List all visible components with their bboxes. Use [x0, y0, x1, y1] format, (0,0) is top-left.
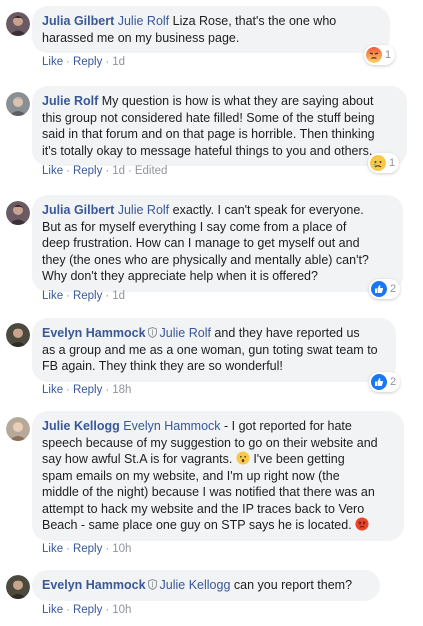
- comment-text-line: attempt to hack my website and the IP tr…: [42, 501, 365, 516]
- comment-bubble: Julia Gilbert Julie Rolf Liza Rose, that…: [32, 6, 390, 53]
- avatar[interactable]: [6, 323, 30, 347]
- comment-author[interactable]: Evelyn Hammock: [42, 326, 146, 340]
- avatar[interactable]: [6, 92, 30, 116]
- timestamp[interactable]: 1d: [112, 290, 125, 302]
- comment-actions: Like · Reply · 18h: [42, 384, 132, 396]
- reply-link[interactable]: Reply: [73, 604, 102, 616]
- comment-text-line: deep frustration. How can I manage to ge…: [42, 236, 360, 250]
- avatar[interactable]: [6, 201, 30, 225]
- comment-text-line: Why don't they appreciate help when it i…: [42, 269, 318, 283]
- comment-author[interactable]: Julia Gilbert: [42, 14, 114, 28]
- like-link[interactable]: Like: [42, 604, 63, 616]
- comment-bubble: Evelyn Hammock Julie Rolf and they have r…: [32, 318, 396, 382]
- reaction-summary[interactable]: 2: [369, 372, 401, 392]
- hushed-face-emoji-icon: [236, 451, 250, 465]
- like-link[interactable]: Like: [42, 56, 63, 68]
- reply-link[interactable]: Reply: [73, 290, 102, 302]
- timestamp[interactable]: 1d: [112, 56, 125, 68]
- comment-bubble: Evelyn Hammock Julie Kellogg can you repo…: [32, 570, 380, 601]
- reply-link[interactable]: Reply: [73, 384, 102, 396]
- comment-text-line: I've been getting: [249, 452, 345, 466]
- comment-bubble: Julie Rolf My question is how is what th…: [32, 86, 407, 166]
- like-link[interactable]: Like: [42, 165, 63, 177]
- comment-text-line: it's totally okay to message hateful thi…: [42, 143, 373, 158]
- comment-mention[interactable]: Evelyn Hammock: [123, 419, 220, 433]
- reaction-count: 2: [390, 376, 397, 388]
- comment-text-line: - I got reported for hate: [220, 419, 352, 433]
- comment-author[interactable]: Julie Rolf: [42, 94, 98, 108]
- comment-text-line: But as for myself everything I say come …: [42, 219, 347, 234]
- timestamp[interactable]: 10h: [112, 543, 131, 555]
- reaction-summary[interactable]: 1: [364, 45, 396, 65]
- like-reaction-icon: [371, 281, 387, 297]
- comment-mention[interactable]: Julie Rolf: [118, 14, 169, 28]
- comment-text: can you report them?: [230, 578, 353, 592]
- reply-link[interactable]: Reply: [73, 56, 102, 68]
- timestamp[interactable]: 10h: [112, 604, 131, 616]
- comment-text-line: as a group and me as a one woman, gun to…: [42, 342, 378, 357]
- like-link[interactable]: Like: [42, 384, 63, 396]
- reaction-summary[interactable]: 2: [369, 279, 401, 299]
- comment-text-line: spam emails on my website, and I'm up ri…: [42, 468, 340, 483]
- avatar[interactable]: [6, 417, 30, 441]
- timestamp[interactable]: 18h: [112, 384, 131, 396]
- comment-text-line: exactly. I can't speak for everyone.: [169, 203, 364, 217]
- moderator-shield-icon: [147, 579, 157, 590]
- comment-text-line: said in that forum and on that page is h…: [42, 127, 375, 141]
- comment-mention[interactable]: Julie Rolf: [118, 203, 169, 217]
- comment-actions: Like · Reply · 10h: [42, 543, 132, 555]
- reaction-count: 1: [385, 49, 392, 61]
- avatar[interactable]: [6, 12, 30, 36]
- comment-text-line: they (the ones who are physically and me…: [42, 252, 369, 267]
- moderator-shield-icon: [147, 327, 157, 338]
- reply-link[interactable]: Reply: [73, 165, 102, 177]
- comment-actions: Like · Reply · 1d: [42, 56, 125, 68]
- comment-bubble: Julia Gilbert Julie Rolf exactly. I can'…: [32, 195, 403, 292]
- comment-author[interactable]: Evelyn Hammock: [42, 578, 146, 592]
- like-link[interactable]: Like: [42, 290, 63, 302]
- comment-actions: Like · Reply · 1d · Edited: [42, 165, 168, 177]
- timestamp[interactable]: 1d: [112, 165, 125, 177]
- angry-reaction-icon: [366, 47, 382, 63]
- edited-label[interactable]: Edited: [135, 165, 168, 177]
- comment-text-line: My question is how is what they are sayi…: [98, 94, 374, 108]
- reaction-summary[interactable]: 1: [368, 153, 400, 173]
- like-reaction-icon: [371, 374, 387, 390]
- angry-face-emoji-icon: [355, 517, 369, 531]
- reaction-count: 2: [390, 283, 397, 295]
- avatar[interactable]: [6, 575, 30, 599]
- comment-mention[interactable]: Julie Rolf: [160, 326, 211, 340]
- comment-actions: Like · Reply · 1d: [42, 290, 125, 302]
- comment-text-line: FB again. They think they are so wonderf…: [42, 359, 283, 373]
- comment-mention[interactable]: Julie Kellogg: [160, 578, 231, 592]
- comment-text-line: say how awful St.A is for vagrants.: [42, 452, 233, 466]
- comment-actions: Like · Reply · 10h: [42, 604, 132, 616]
- comment-author[interactable]: Julia Gilbert: [42, 203, 114, 217]
- comment-text-line: and they have reported us: [210, 326, 360, 340]
- comment-thread: Julia Gilbert Julie Rolf Liza Rose, that…: [0, 0, 423, 626]
- comment-bubble: Julie Kellogg Evelyn Hammock - I got rep…: [32, 411, 404, 541]
- comment-text-line: middle of the night) because I was notif…: [42, 485, 375, 499]
- comment-author[interactable]: Julie Kellogg: [42, 419, 120, 433]
- comment-text-line: speech because of my suggestion to go on…: [42, 435, 378, 450]
- comment-text-line: Beach - same place one guy on STP says h…: [42, 518, 352, 532]
- like-link[interactable]: Like: [42, 543, 63, 555]
- reply-link[interactable]: Reply: [73, 543, 102, 555]
- sad-reaction-icon: [370, 155, 386, 171]
- reaction-count: 1: [389, 157, 396, 169]
- comment-text-line: this group not considered hate filled! S…: [42, 110, 375, 125]
